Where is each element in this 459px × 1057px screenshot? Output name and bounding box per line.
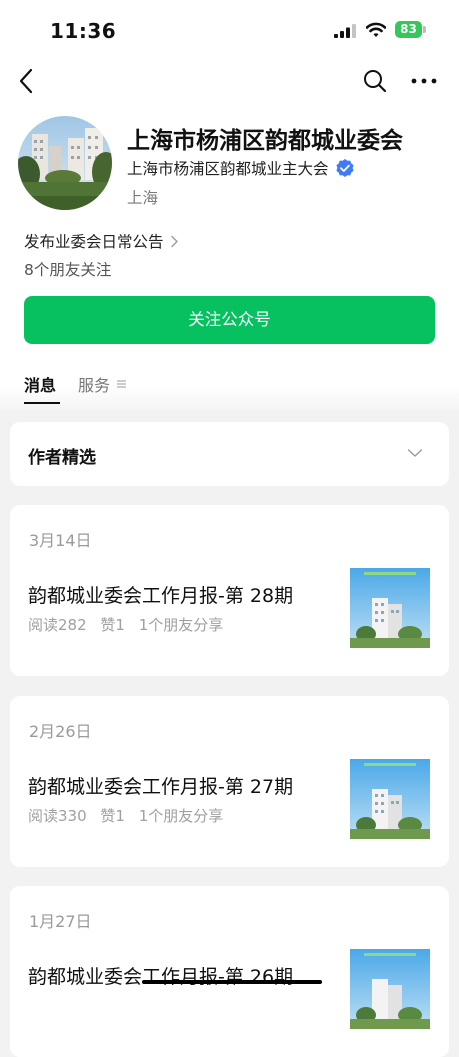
more-options-icon[interactable] (410, 72, 438, 90)
account-owner-name: 上海市杨浦区韵都城业主大会 (127, 160, 329, 178)
follow-account-button[interactable]: 关注公众号 (24, 296, 435, 344)
search-icon[interactable] (362, 68, 388, 94)
article-stats: 阅读330 赞1 1个朋友分享 (28, 805, 232, 826)
article-item[interactable]: 韵都城业委会工作月报-第 26期 (10, 941, 449, 1031)
article-title: 韵都城业委会工作月报-第 28期 (28, 585, 294, 607)
account-owner-row[interactable]: 上海市杨浦区韵都城业主大会 (127, 157, 355, 179)
article-title: 韵都城业委会工作月报-第 27期 (28, 776, 294, 798)
verified-badge-icon (335, 159, 354, 177)
tab-services-label: 服务 (78, 376, 111, 395)
back-arrow-icon[interactable] (14, 66, 40, 96)
home-indicator-bar (142, 980, 322, 984)
battery-cap (423, 26, 426, 33)
account-description-link[interactable]: 发布业委会日常公告 (24, 230, 179, 252)
article-item[interactable]: 韵都城业委会工作月报-第 28期 阅读282 赞1 1个朋友分享 (10, 560, 449, 650)
article-item[interactable]: 韵都城业委会工作月报-第 27期 阅读330 赞1 1个朋友分享 (10, 751, 449, 841)
account-avatar (18, 116, 112, 210)
article-read-count: 阅读282 (28, 616, 87, 634)
author-selection-card[interactable]: 作者精选 (10, 422, 449, 486)
article-stats: 阅读282 赞1 1个朋友分享 (28, 614, 232, 635)
message-date: 2月26日 (29, 722, 92, 741)
message-date: 1月27日 (29, 912, 92, 931)
author-selection-title: 作者精选 (28, 448, 96, 468)
tab-services[interactable]: 服务 (78, 372, 127, 404)
message-card: 2月26日 韵都城业委会工作月报-第 27期 阅读330 赞1 1个朋友分享 (10, 696, 449, 867)
article-thumbnail (350, 949, 430, 1029)
article-title: 韵都城业委会工作月报-第 26期 (28, 966, 294, 988)
top-navigation-bar (0, 60, 459, 104)
friends-following-count[interactable]: 8个朋友关注 (24, 258, 111, 280)
wifi-icon (366, 22, 386, 37)
battery-indicator: 83 (395, 21, 422, 38)
message-date: 3月14日 (29, 531, 92, 550)
chevron-right-icon (170, 235, 178, 247)
message-card: 3月14日 韵都城业委会工作月报-第 28期 阅读282 赞1 1个朋友分享 (10, 505, 449, 676)
article-thumbnail (350, 759, 430, 839)
article-friend-shares: 1个朋友分享 (138, 616, 224, 634)
account-description: 发布业委会日常公告 (24, 233, 164, 251)
status-bar: 11:36 83 (0, 0, 459, 60)
article-friend-shares: 1个朋友分享 (138, 807, 224, 825)
menu-lines-icon (117, 380, 127, 388)
tab-messages[interactable]: 消息 (24, 372, 61, 404)
account-name: 上海市杨浦区韵都城业委会 (127, 128, 403, 154)
account-location: 上海 (127, 189, 159, 207)
chevron-down-icon (407, 449, 423, 457)
article-read-count: 阅读330 (28, 807, 87, 825)
article-like-count: 赞1 (100, 616, 125, 634)
article-thumbnail (350, 568, 430, 648)
message-card: 1月27日 韵都城业委会工作月报-第 26期 (10, 886, 449, 1057)
tab-bar: 消息 服务 (24, 372, 127, 404)
signal-icon (334, 24, 356, 38)
article-like-count: 赞1 (100, 807, 125, 825)
status-time: 11:36 (50, 19, 117, 43)
